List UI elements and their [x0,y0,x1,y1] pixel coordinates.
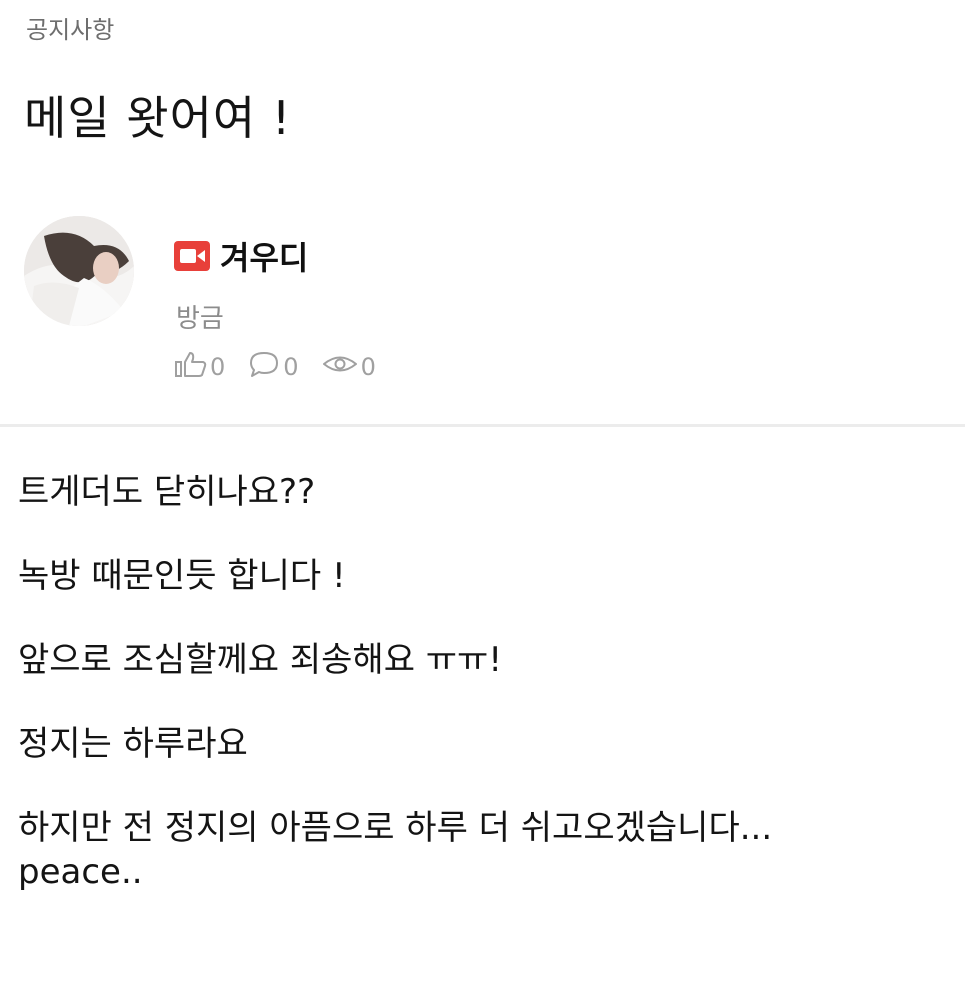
like-count: 0 [210,353,226,381]
body-line: 앞으로 조심할께요 죄송해요 ㅠㅠ! [18,640,502,680]
comment-stat[interactable]: 0 [247,350,299,384]
view-count: 0 [360,353,376,381]
body-line-text: peace.. [18,852,143,892]
body-line: 트게더도 닫히나요?? [18,472,316,512]
post-title: 메일 왓어여 ! [24,91,292,145]
like-stat[interactable]: 0 [174,350,225,384]
author-section: 겨우디 방금 0 0 0 [24,214,724,394]
post-time: 방금 [176,304,224,334]
eye-icon [321,350,361,384]
post-body: 트게더도 닫히나요?? 녹방 때문인듯 합니다 ! 앞으로 조심할께요 죄송해요… [18,470,948,894]
view-stat[interactable]: 0 [321,350,376,384]
comment-count: 0 [283,353,299,381]
thumbs-up-icon [174,350,210,384]
author-name: 겨우디 [220,239,309,277]
category-label[interactable]: 공지사항 [26,10,114,45]
author-name-row[interactable]: 겨우디 [174,236,309,277]
live-camera-icon [174,241,210,271]
post-stats: 0 0 0 [174,350,398,384]
avatar-image [24,216,134,326]
body-line: 정지는 하루라요 [18,724,248,764]
body-line: 하지만 전 정지의 아픔으로 하루 더 쉬고오겠습니다... peace.. [18,806,948,894]
header-divider [0,424,965,427]
body-line-text: 하지만 전 정지의 아픔으로 하루 더 쉬고오겠습니다... [18,808,773,848]
avatar[interactable] [24,216,134,326]
body-line: 녹방 때문인듯 합니다 ! [18,556,346,596]
comment-bubble-icon [247,350,283,384]
